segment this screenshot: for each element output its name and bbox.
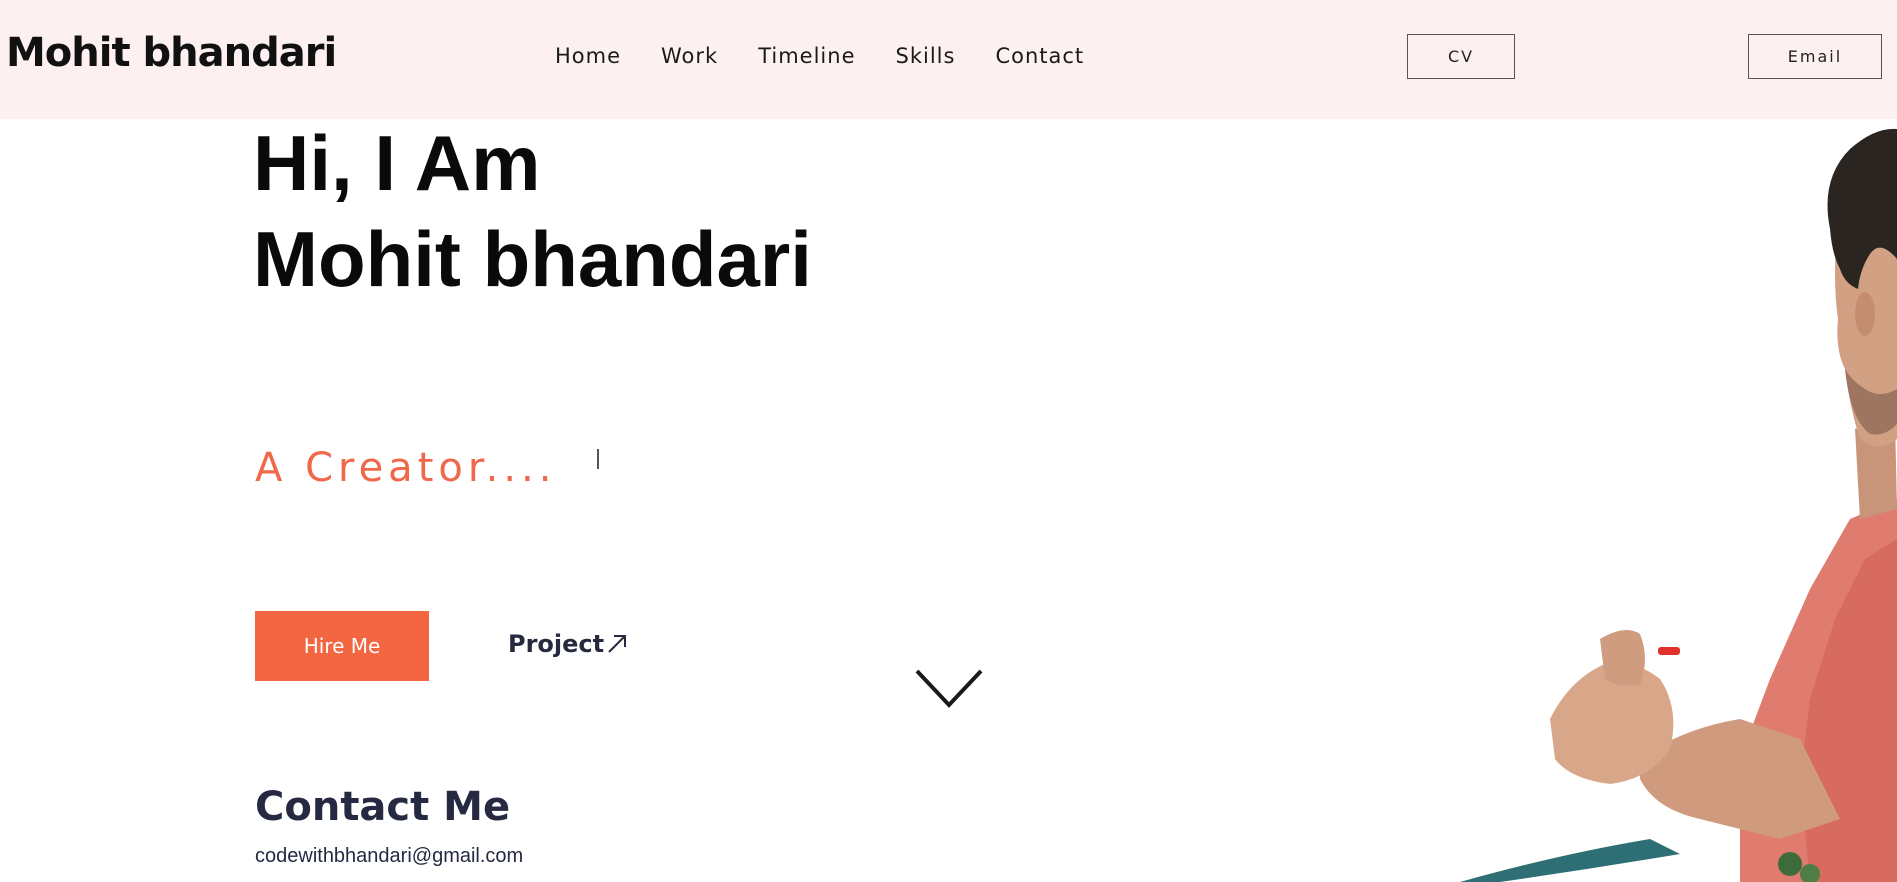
arrow-up-right-icon [608,635,627,653]
site-header: Mohit bhandari Home Work Timeline Skills… [0,0,1897,119]
nav-item-home[interactable]: Home [555,44,621,68]
hero-greeting: Hi, I Am [253,119,541,207]
chevron-down-icon[interactable] [914,668,984,710]
hero-tagline: A Creator.... [255,445,557,491]
nav-item-timeline[interactable]: Timeline [758,44,855,68]
brand-logo[interactable]: Mohit bhandari [6,30,337,76]
contact-title: Contact Me [255,784,511,830]
nav-item-skills[interactable]: Skills [896,44,956,68]
hire-me-button[interactable]: Hire Me [255,611,429,681]
email-button[interactable]: Email [1748,34,1882,79]
main-nav: Home Work Timeline Skills Contact [555,44,1084,68]
portfolio-page: Mohit bhandari Home Work Timeline Skills… [0,0,1897,882]
profile-photo [1460,128,1897,882]
project-link-label: Project [508,630,605,658]
nav-item-contact[interactable]: Contact [995,44,1084,68]
hero-name: Mohit bhandari [253,215,812,303]
nav-item-work[interactable]: Work [661,44,718,68]
contact-email[interactable]: codewithbhandari@gmail.com [255,845,523,868]
project-link[interactable]: Project [508,630,628,658]
cv-button[interactable]: CV [1407,34,1515,79]
typing-cursor [597,449,599,469]
